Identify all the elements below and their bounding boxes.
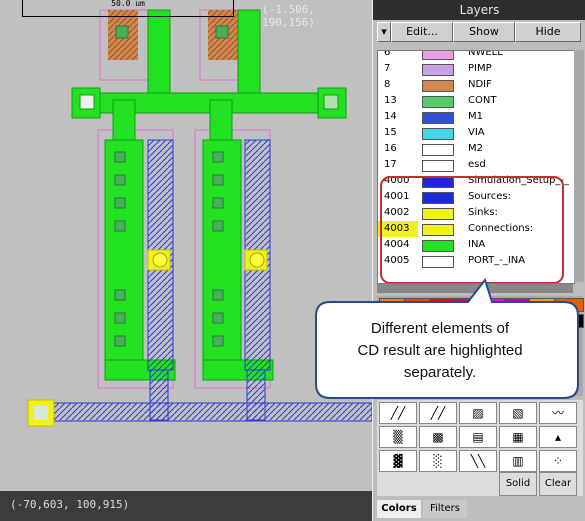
pattern-swatch[interactable]: 〰 bbox=[539, 402, 577, 424]
edit-button[interactable]: Edit... bbox=[391, 22, 453, 42]
callout-line: Different elements of bbox=[370, 320, 510, 337]
pattern-swatch[interactable]: ▦ bbox=[499, 426, 537, 448]
pattern-swatch[interactable]: ▨ bbox=[459, 402, 497, 424]
layer-number: 13 bbox=[384, 95, 397, 106]
callout-line: separately. bbox=[403, 364, 477, 381]
pattern-swatch[interactable]: ╱╱ bbox=[419, 402, 457, 424]
pattern-swatch[interactable]: ╲╲ bbox=[459, 450, 497, 472]
layout-drawing[interactable] bbox=[0, 0, 372, 491]
pattern-swatch[interactable]: ⁘ bbox=[539, 450, 577, 472]
pattern-swatch[interactable]: ▓ bbox=[379, 450, 417, 472]
cursor-coordinates-top: (-1.506, 190,156) bbox=[262, 3, 315, 29]
show-button[interactable]: Show bbox=[453, 22, 515, 42]
layer-number: 14 bbox=[384, 111, 397, 122]
scale-label: 50.0 um bbox=[111, 0, 145, 8]
layer-number: 16 bbox=[384, 143, 397, 154]
layer-row[interactable]: 14 M1 bbox=[378, 109, 574, 125]
layers-panel: Layers ▾ Edit... Show Hide 6 NWELL 7 PIMP 8 N… bbox=[372, 0, 585, 521]
scale-bar: 50.0 um bbox=[22, 0, 234, 17]
layers-panel-title: Layers bbox=[373, 0, 585, 20]
tab-filters[interactable]: Filters bbox=[423, 500, 467, 518]
layer-swatch[interactable] bbox=[422, 64, 454, 76]
layer-swatch[interactable] bbox=[422, 112, 454, 124]
pattern-swatch[interactable]: ▩ bbox=[419, 426, 457, 448]
palette-color[interactable] bbox=[554, 298, 584, 312]
pattern-swatch[interactable]: ╱╱ bbox=[379, 402, 417, 424]
tab-colors[interactable]: Colors bbox=[377, 500, 421, 518]
pattern-swatch[interactable]: ░ bbox=[419, 450, 457, 472]
layout-canvas[interactable]: 50.0 um (-1.506, 190,156) bbox=[0, 0, 373, 491]
pattern-swatch[interactable]: ▴ bbox=[539, 426, 577, 448]
status-bar: (-70,603, 100,915) bbox=[0, 491, 372, 521]
layer-name: M1 bbox=[468, 111, 483, 122]
hide-button[interactable]: Hide bbox=[515, 22, 581, 42]
callout-text: Different elements of CD result are high… bbox=[320, 318, 560, 384]
layer-name: esd bbox=[468, 159, 486, 170]
layer-swatch[interactable] bbox=[422, 51, 454, 60]
layer-row[interactable]: 15 VIA bbox=[378, 125, 574, 141]
pattern-swatch[interactable]: ▧ bbox=[499, 402, 537, 424]
cursor-coordinates: (-70,603, 100,915) bbox=[10, 498, 130, 511]
callout-line: CD result are highlighted bbox=[357, 342, 523, 359]
layer-row[interactable]: 16 M2 bbox=[378, 141, 574, 157]
layer-number: 7 bbox=[384, 63, 391, 74]
layer-swatch[interactable] bbox=[422, 128, 454, 140]
fill-patterns[interactable]: ╱╱ ╱╱ ▨ ▧ 〰 ▒ ▩ ▤ ▦ ▴ ▓ ░ ╲╲ ▥ ⁘ Solid Clear bbox=[377, 400, 583, 496]
pattern-swatch[interactable]: ▤ bbox=[459, 426, 497, 448]
layer-swatch[interactable] bbox=[422, 144, 454, 156]
layer-name: NWELL bbox=[468, 50, 503, 58]
pattern-swatch[interactable]: ▥ bbox=[499, 450, 537, 472]
layer-number: 6 bbox=[384, 50, 391, 58]
layer-row[interactable]: 6 NWELL bbox=[378, 50, 574, 61]
layer-number: 15 bbox=[384, 127, 397, 138]
cd-result-highlight bbox=[380, 176, 564, 283]
layer-list-scrollbar[interactable] bbox=[574, 50, 584, 282]
pattern-swatch[interactable]: ▒ bbox=[379, 426, 417, 448]
solid-button[interactable]: Solid bbox=[499, 472, 537, 496]
layer-name: VIA bbox=[468, 127, 485, 138]
layer-row[interactable]: 7 PIMP bbox=[378, 61, 574, 77]
layer-name: CONT bbox=[468, 95, 497, 106]
layers-menu-button[interactable]: ▾ bbox=[377, 22, 391, 42]
clear-button[interactable]: Clear bbox=[539, 472, 577, 496]
layer-number: 8 bbox=[384, 79, 391, 90]
layer-name: NDIF bbox=[468, 79, 492, 90]
layer-row[interactable]: 17 esd bbox=[378, 157, 574, 173]
layer-name: PIMP bbox=[468, 63, 492, 74]
horizontal-scrollbar[interactable] bbox=[377, 284, 573, 293]
layer-row[interactable]: 8 NDIF bbox=[378, 77, 574, 93]
layer-name: M2 bbox=[468, 143, 483, 154]
layer-swatch[interactable] bbox=[422, 96, 454, 108]
layer-swatch[interactable] bbox=[422, 80, 454, 92]
layer-row[interactable]: 13 CONT bbox=[378, 93, 574, 109]
layer-number: 17 bbox=[384, 159, 397, 170]
layer-swatch[interactable] bbox=[422, 160, 454, 172]
layer-list[interactable]: 6 NWELL 7 PIMP 8 NDIF 13 CONT 14 M1 15 VIA 16 M2 17 esd… bbox=[377, 50, 575, 284]
